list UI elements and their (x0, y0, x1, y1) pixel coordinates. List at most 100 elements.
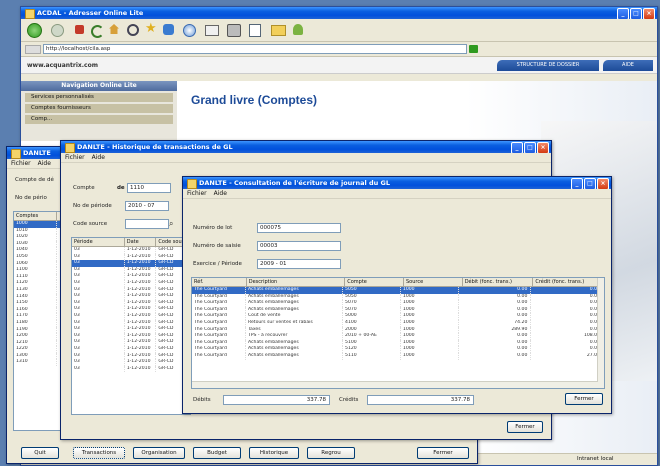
maximize-button[interactable]: □ (630, 8, 642, 19)
tab-structure[interactable]: STRUCTURE DE DOSSIER (497, 60, 599, 71)
search-icon[interactable]: ⌕ (169, 219, 173, 229)
organisation-button[interactable]: Organisation (133, 447, 185, 459)
site-nav-item-2[interactable]: Comp... (25, 115, 173, 124)
list-item[interactable]: 1120 (14, 280, 60, 287)
back-icon[interactable] (27, 23, 42, 38)
table-row[interactable]: 03 1-12-2010 GR-CD (72, 352, 190, 360)
address-input[interactable]: http://localhost/cila.asp (43, 44, 467, 54)
table-row[interactable]: The Courtyard Achats emballemages 5120 1000… (192, 346, 604, 353)
mail-icon[interactable] (205, 25, 219, 36)
list-item[interactable]: 1300 (14, 352, 60, 360)
table-row[interactable]: The Courtyard Achats emballemages 5050 1000… (192, 293, 604, 301)
folder-icon[interactable] (271, 25, 286, 36)
table-row[interactable]: 03 1-12-2010 GR-CD (72, 306, 190, 313)
table-row[interactable]: 03 1-12-2010 GR-CD (72, 253, 190, 261)
quit-button[interactable]: Quit (21, 447, 59, 459)
list-item[interactable]: 1150 (14, 300, 60, 307)
table-row[interactable]: The Courtyard Achats emballemages 5050 1000… (192, 287, 604, 294)
table-row[interactable]: 03 1-12-2010 GR-CD (72, 286, 190, 294)
list-item[interactable]: 1210 (14, 339, 60, 347)
print-icon[interactable] (227, 24, 241, 37)
messenger-icon[interactable] (293, 24, 303, 35)
minimize-button[interactable]: _ (511, 142, 523, 153)
go-icon[interactable] (469, 45, 478, 53)
close-button[interactable]: × (597, 178, 609, 189)
list-item[interactable]: 1170 (14, 313, 60, 320)
table-row[interactable]: 03 1-12-2010 GR-CD (72, 299, 190, 307)
table-row[interactable]: 03 1-12-2010 GR-CD (72, 293, 190, 300)
list-item[interactable]: 1110 (14, 273, 60, 281)
table-row[interactable]: 03 1-12-2010 GR-CD (72, 332, 190, 340)
stop-icon[interactable] (75, 25, 84, 34)
list-item[interactable]: 1020 (14, 234, 60, 241)
code-source-input[interactable] (125, 219, 169, 229)
table-row[interactable]: The Courtyard Achats emballemages 5110 1000… (192, 352, 604, 360)
list-item[interactable]: 1200 (14, 333, 60, 340)
list-item[interactable]: 1000 (14, 221, 60, 228)
table-row[interactable]: The Courtyard Achats emballemages 5070 1000… (192, 306, 604, 314)
list-item[interactable]: 1030 (14, 240, 60, 248)
tab-aide[interactable]: AIDE (603, 60, 653, 71)
table-row[interactable]: 03 1-12-2010 GR-CD (72, 359, 190, 366)
list-item[interactable]: 1160 (14, 306, 60, 314)
media-icon[interactable] (163, 24, 174, 35)
table-row[interactable]: The Courtyard TPS - à recouvrer 2010 + 00-… (192, 333, 604, 340)
menu-aide[interactable]: Aide (38, 159, 51, 168)
maximize-button[interactable]: □ (584, 178, 596, 189)
minimize-button[interactable]: _ (571, 178, 583, 189)
table-row[interactable]: 03 1-12-2010 GR-CD (72, 260, 190, 267)
regrou-button[interactable]: Regrou (307, 447, 355, 459)
fermer-button[interactable]: Fermer (417, 447, 469, 459)
menu-fichier[interactable]: Fichier (65, 153, 85, 162)
compte-input[interactable]: 1110 (127, 183, 171, 193)
fermer-button[interactable]: Fermer (565, 393, 603, 405)
menu-aide[interactable]: Aide (92, 153, 105, 162)
table-row[interactable]: 03 1-12-2010 GR-CD (72, 319, 190, 327)
table-row[interactable]: 03 1-12-2010 GR-CD (72, 339, 190, 346)
history-icon[interactable] (183, 24, 196, 37)
site-nav-item-1[interactable]: Comptes fournisseurs (25, 104, 173, 113)
journal-grid[interactable]: Réf. Description Compte Source Débit (fo… (191, 277, 605, 389)
list-item[interactable]: 1010 (14, 227, 60, 235)
maximize-button[interactable]: □ (524, 142, 536, 153)
list-item[interactable]: 1060 (14, 260, 60, 268)
list-item[interactable]: 1050 (14, 253, 60, 261)
table-row[interactable]: 03 1-12-2010 GR-CD (72, 279, 190, 287)
table-row[interactable]: 03 1-12-2010 GR-CD (72, 273, 190, 280)
table-row[interactable]: 03 1-12-2010 GR-CD (72, 345, 190, 353)
list-item[interactable]: 1040 (14, 247, 60, 254)
favorites-icon[interactable]: ★ (145, 22, 157, 35)
table-row[interactable]: The Courtyard Retours sur ventes et rabai… (192, 319, 604, 327)
historique-button[interactable]: Historique (249, 447, 299, 459)
vertical-scrollbar[interactable] (597, 278, 604, 388)
edit-icon[interactable] (249, 24, 261, 37)
close-button[interactable]: × (537, 142, 549, 153)
table-row[interactable]: 03 1-12-2010 GR-CD (72, 247, 190, 254)
list-item[interactable]: 1140 (14, 293, 60, 301)
table-row[interactable]: 03 1-12-2010 GR-CD (72, 312, 190, 320)
list-item[interactable]: 1220 (14, 346, 60, 353)
search-icon[interactable] (127, 24, 139, 36)
close-button[interactable]: × (643, 8, 655, 19)
forward-icon[interactable] (51, 24, 64, 37)
minimize-button[interactable]: _ (617, 8, 629, 19)
menu-aide[interactable]: Aide (214, 189, 227, 198)
table-row[interactable]: 03 1-12-2010 GR-CD (72, 365, 190, 373)
table-row[interactable]: The Courtyard Taxes 2000 1000 289.90 0.00 (192, 326, 604, 334)
refresh-icon[interactable] (91, 25, 104, 38)
transactions-button[interactable]: Transactions (73, 447, 125, 459)
history-grid[interactable]: Période Date Code sou 03 1-12-2010 GR-CD 03… (71, 237, 191, 415)
table-row[interactable]: The Courtyard Achats emballemages 5100 1000… (192, 339, 604, 347)
menu-fichier[interactable]: Fichier (11, 159, 31, 168)
accounts-list[interactable]: Comptes 1000 1010 1020 1030 1040 1050 1060 1100… (13, 211, 61, 431)
table-row[interactable]: 03 1-12-2010 GR-CD (72, 326, 190, 333)
horizontal-scrollbar[interactable] (192, 381, 598, 388)
site-nav-item-0[interactable]: Services personnalisés (25, 93, 173, 102)
list-item[interactable]: 1100 (14, 267, 60, 274)
no-periode-select[interactable]: 2010 - 07 (125, 201, 169, 211)
table-row[interactable]: 03 1-12-2010 GR-CD (72, 266, 190, 274)
table-row[interactable]: The Courtyard Coût de vente 5000 1000 0.00 0.… (192, 313, 604, 320)
list-item[interactable]: 1180 (14, 319, 60, 327)
budget-button[interactable]: Budget (193, 447, 241, 459)
table-row[interactable]: The Courtyard Achats emballemages 5070 1000… (192, 300, 604, 307)
